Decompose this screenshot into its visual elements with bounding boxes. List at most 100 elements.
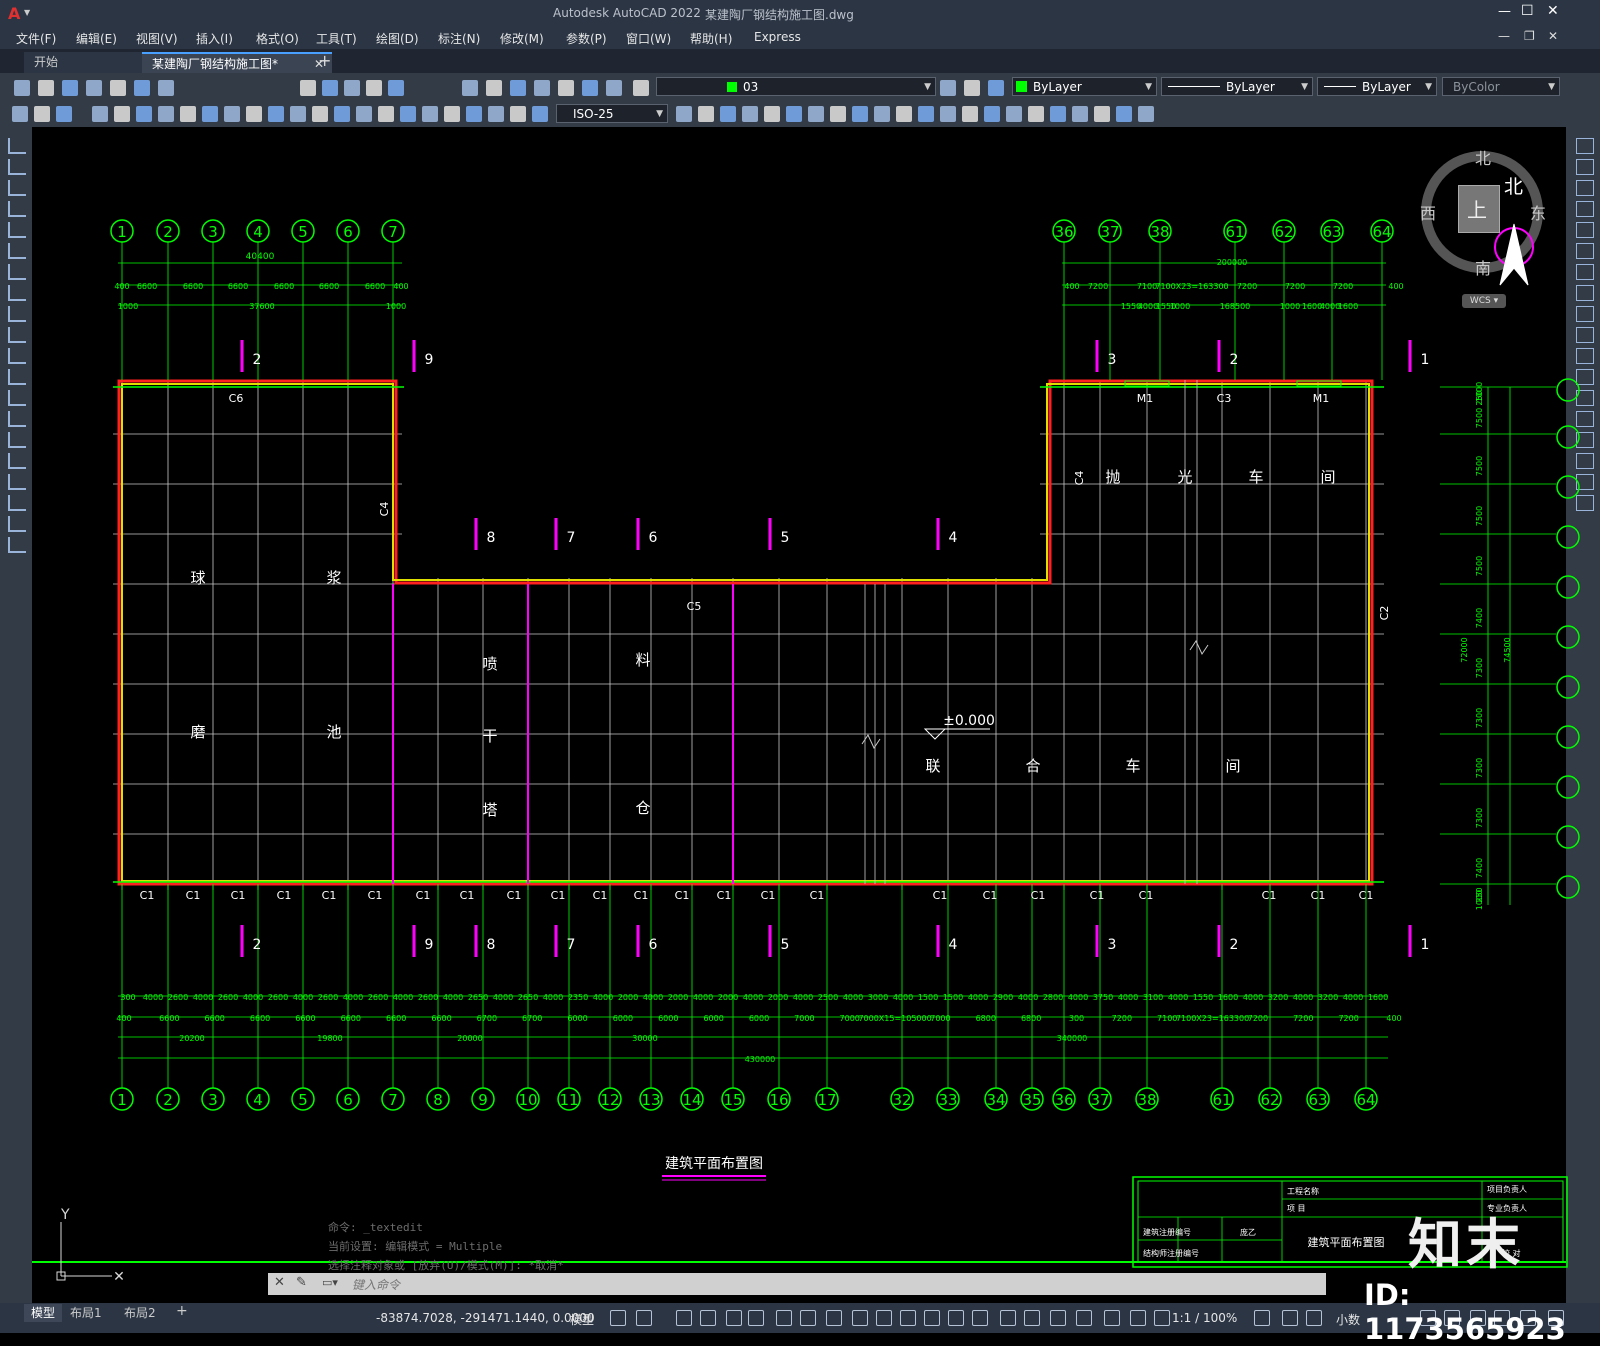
axis-circle-right [1556,875,1580,899]
axis-circle-right [1556,625,1580,649]
command-history-line: 选择注释对象或 [放弃(U)/模式(M)]: *取消* [328,1259,564,1272]
room-label: 间 [1225,757,1240,775]
status-toggle-icon[interactable] [1282,1310,1298,1326]
column-label-c1: C1 [416,889,431,902]
axis-circle-right [1556,525,1580,549]
wcs-menu-button[interactable]: WCS ▾ [1462,294,1506,308]
room-label: 合 [1025,757,1040,775]
axis-label-bottom: 2 [163,1091,173,1109]
dimension-text-bottom: 2600 [218,993,238,1002]
status-toggle-icon[interactable] [776,1310,792,1326]
status-toggle-icon[interactable] [852,1310,868,1326]
dimension-text-bottom: 6000 [658,1014,678,1023]
viewcube-north[interactable]: 北 [1475,145,1491,169]
status-toggle-icon[interactable] [900,1310,916,1326]
column-label-c1: C1 [140,889,155,902]
dimension-text-bottom: 2350 [568,993,588,1002]
status-toggle-icon[interactable] [726,1310,742,1326]
dimension-total-top-right: 200000 [1217,258,1248,267]
customize-icon[interactable]: ✎ [296,1275,307,1290]
command-input[interactable]: 键入命令 [352,1276,400,1293]
status-toggle-icon[interactable] [748,1310,764,1326]
status-toggle-icon[interactable] [1024,1310,1040,1326]
status-toggle-icon[interactable] [1254,1310,1270,1326]
status-toggle-icon[interactable] [826,1310,842,1326]
model-space-button[interactable]: 模型 [570,1311,594,1328]
dimension-text-bottom: 4000 [743,993,763,1002]
status-toggle-icon[interactable] [1306,1310,1322,1326]
section-mark-label: 2 [253,937,262,953]
status-toggle-icon[interactable] [948,1310,964,1326]
dimension-text-bottom: 4000 [243,993,263,1002]
status-toggle-icon[interactable] [1154,1310,1170,1326]
viewcube-face-label: 上 [1467,198,1487,222]
layout-tab-model[interactable]: 模型 [24,1304,62,1322]
door-label: M1 [1137,392,1154,405]
status-toggle-icon[interactable] [1104,1310,1120,1326]
units-button[interactable]: 小数 [1336,1311,1360,1328]
dimension-total-right: 72000 [1460,637,1469,662]
dimension-text-bottom: 6800 [1021,1014,1041,1023]
ucs-y-label: Y [61,1207,70,1223]
dimension-text-top-left: 1000 [118,302,138,311]
door-label: M1 [1313,392,1330,405]
section-mark-label: 7 [567,530,576,546]
dimension-text-bottom: 6000 [703,1014,723,1023]
viewcube-east[interactable]: 东 [1530,200,1546,224]
dimension-text-top-left: 6600 [365,282,385,291]
status-toggle-icon[interactable] [972,1310,988,1326]
dimension-text-bottom: 6600 [250,1014,270,1023]
window-label: C5 [687,600,702,613]
layout-tab-2[interactable]: 布局2 [124,1304,156,1322]
dimension-text-bottom: 4000 [393,993,413,1002]
column-label-c1: C1 [1262,889,1277,902]
titleblock-text: 庞乙 [1240,1227,1256,1237]
axis-label-top: 5 [298,223,308,241]
status-toggle-icon[interactable] [1000,1310,1016,1326]
dimension-text-bottom: 400 [116,1014,131,1023]
close-icon[interactable]: ✕ [274,1275,285,1290]
section-mark-label: 2 [1230,937,1239,953]
axis-label-top: 1 [117,223,127,241]
dimension-text-bottom: 7000 [794,1014,814,1023]
status-toggle-icon[interactable] [924,1310,940,1326]
status-toggle-icon[interactable] [876,1310,892,1326]
dimension-text-bottom: 2500 [818,993,838,1002]
status-toggle-icon[interactable] [610,1310,626,1326]
column-label-c1: C1 [1090,889,1105,902]
status-toggle-icon[interactable] [1130,1310,1146,1326]
room-label: 塔 [482,801,497,819]
annotation-scale[interactable]: 1:1 / 100% [1172,1311,1237,1325]
status-toggle-icon[interactable] [1076,1310,1092,1326]
viewcube-west[interactable]: 西 [1420,200,1436,224]
add-layout-button[interactable]: + [176,1303,188,1319]
dimension-text-bottom: 4000 [443,993,463,1002]
dimension-text-bottom: 3000 [868,993,888,1002]
window-label: C4 [1073,471,1086,486]
column-label-c1: C1 [551,889,566,902]
axis-label-top: 4 [253,223,263,241]
viewcube-south[interactable]: 南 [1475,255,1491,279]
status-toggle-icon[interactable] [800,1310,816,1326]
dimension-text-top-left: 6600 [183,282,203,291]
status-toggle-icon[interactable] [676,1310,692,1326]
axis-label-bottom: 61 [1212,1091,1231,1109]
dimension-text-top-left: 6600 [137,282,157,291]
axis-label-top: 7 [388,223,398,241]
axis-label-bottom: 63 [1308,1091,1327,1109]
coordinates-readout[interactable]: -83874.7028, -291471.1440, 0.0000 [376,1311,595,1325]
status-toggle-icon[interactable] [636,1310,652,1326]
column-label-c1: C1 [460,889,475,902]
layout-tab-1[interactable]: 布局1 [70,1304,102,1322]
dimension-text-bottom: 4000 [1168,993,1188,1002]
column-label-c1: C1 [933,889,948,902]
dimension-text-bottom: 7100 [1157,1014,1177,1023]
status-toggle-icon[interactable] [700,1310,716,1326]
dimension-total-right: 74500 [1503,637,1512,662]
dimension-text-bottom: 2600 [268,993,288,1002]
viewcube-face-top[interactable]: 上 [1458,185,1500,233]
recent-commands-icon[interactable]: ▭▾ [322,1276,338,1289]
dimension-text-right: 7300 [1475,758,1484,778]
axis-label-bottom: 38 [1137,1091,1156,1109]
status-toggle-icon[interactable] [1050,1310,1066,1326]
